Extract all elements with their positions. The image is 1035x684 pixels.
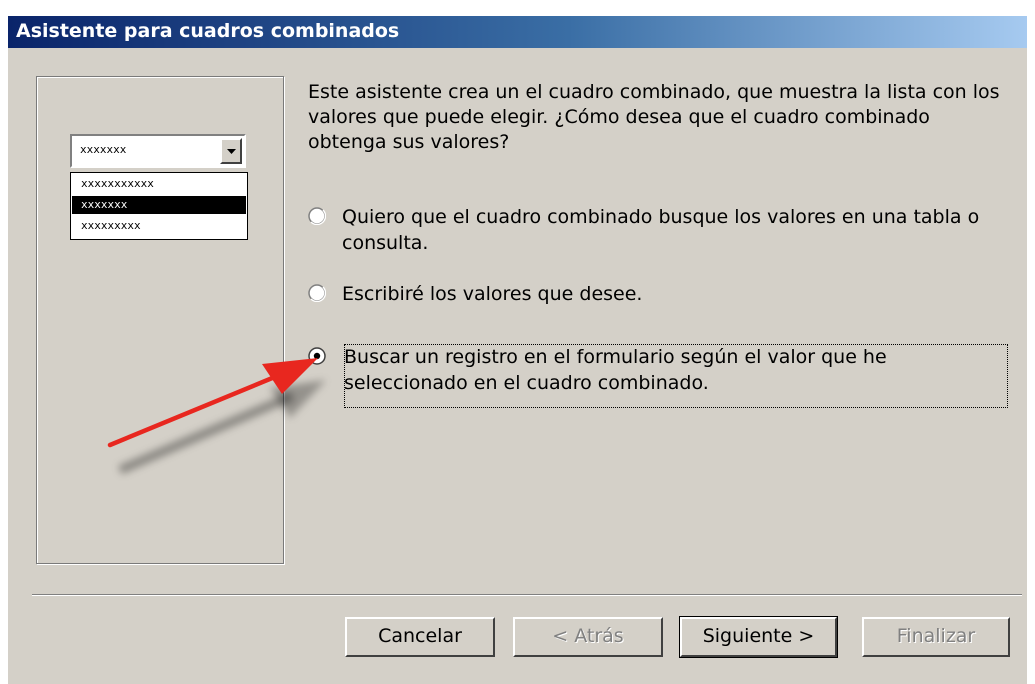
wizard-description: Este asistente crea un el cuadro combina… [308,81,1000,153]
radio-unchecked-icon[interactable] [308,207,326,225]
preview-combo-value: xxxxxxx [80,143,127,156]
option-label: Buscar un registro en el formulario segú… [344,346,887,394]
finish-button[interactable]: Finalizar [862,617,1010,657]
title-bar: Asistente para cuadros combinados [8,16,1027,48]
cancel-button[interactable]: Cancelar [345,617,495,657]
back-button[interactable]: < Atrás [513,617,663,657]
radio-checked-icon[interactable] [308,347,326,365]
preview-list-item-selected: xxxxxxx [72,196,246,214]
preview-list-item: xxxxxxxxxxx [81,177,154,190]
separator-line [32,594,1022,596]
preview-combo-box: xxxxxxx [70,134,246,168]
preview-list-item: xxxxxxxxx [81,219,141,232]
chevron-down-icon [220,138,242,164]
next-button[interactable]: Siguiente > [679,616,838,658]
option-label: Escribiré los valores que desee. [342,283,643,305]
radio-unchecked-icon[interactable] [308,284,326,302]
window-title: Asistente para cuadros combinados [16,20,400,42]
preview-dropdown-list: xxxxxxxxxxx xxxxxxx xxxxxxxxx [70,172,248,240]
option-label: Quiero que el cuadro combinado busque lo… [342,206,980,254]
